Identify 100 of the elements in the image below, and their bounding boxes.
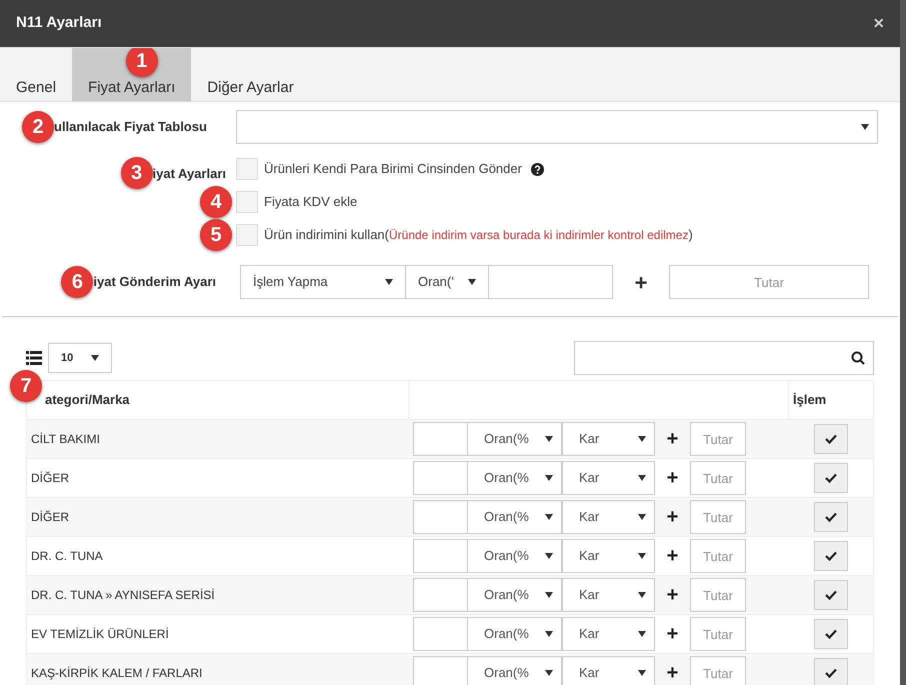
- rate-select[interactable]: Oran(%: [468, 539, 562, 573]
- rate-select[interactable]: Oran(%: [468, 656, 562, 685]
- rate-select[interactable]: Oran(%: [468, 617, 562, 651]
- caret-icon: [545, 514, 553, 520]
- tab[interactable]: Diğer Ayarlar: [191, 48, 310, 101]
- confirm-button[interactable]: [814, 541, 848, 571]
- amount-input[interactable]: Tutar: [690, 422, 746, 456]
- type-select[interactable]: Kar: [562, 422, 655, 456]
- check-icon: [825, 473, 837, 483]
- rate-select[interactable]: Oran(%: [468, 578, 562, 612]
- type-select[interactable]: Kar: [562, 461, 655, 495]
- checkbox[interactable]: [236, 191, 258, 213]
- confirm-button[interactable]: [814, 502, 848, 532]
- column-header: İşlem: [792, 391, 828, 410]
- list-icon[interactable]: [26, 351, 42, 365]
- caret-icon: [861, 124, 869, 130]
- type-select[interactable]: Kar: [562, 500, 655, 534]
- caret-icon: [638, 436, 646, 442]
- value-input[interactable]: [413, 656, 468, 685]
- page-size-select[interactable]: 10: [48, 343, 112, 373]
- check-icon: [825, 512, 837, 522]
- value-input[interactable]: [413, 422, 468, 456]
- confirm-button[interactable]: [814, 463, 848, 493]
- checkbox[interactable]: [236, 158, 258, 180]
- close-button[interactable]: ×: [873, 10, 884, 37]
- check-icon: [825, 629, 837, 639]
- plus-sign: +: [666, 661, 680, 685]
- confirm-button[interactable]: [814, 619, 848, 649]
- type-select[interactable]: Kar: [562, 656, 655, 685]
- amount-input[interactable]: Tutar: [690, 500, 746, 534]
- annotation-badge: 3: [120, 157, 153, 189]
- check-icon: [825, 551, 837, 561]
- checkbox-label: Ürünleri Kendi Para Birimi Cinsinden Gönder: [264, 160, 522, 178]
- table-cell-text: KAŞ-KİRPİK KALEM / FARLARI: [30, 665, 204, 682]
- type-select[interactable]: Kar: [562, 617, 655, 651]
- confirm-button[interactable]: [814, 658, 848, 685]
- caret-icon: [545, 592, 553, 598]
- table-cell-text: DİĞER: [30, 509, 70, 526]
- table-cell-text: EV TEMİZLİK ÜRÜNLERİ: [30, 626, 170, 643]
- rate-select[interactable]: Oran(%: [468, 422, 562, 456]
- checkbox-label: Fiyata KDV ekle: [264, 193, 358, 212]
- rate-select[interactable]: Oran(ʻ: [406, 265, 489, 299]
- value-input[interactable]: [489, 265, 613, 299]
- caret-icon: [638, 475, 646, 481]
- type-select[interactable]: Kar: [562, 578, 655, 612]
- caret-icon: [545, 553, 553, 559]
- caret-icon: [545, 475, 553, 481]
- confirm-button[interactable]: [814, 424, 848, 454]
- search-icon: [851, 351, 865, 365]
- type-select[interactable]: Kar: [562, 539, 655, 573]
- caret-icon: [545, 436, 553, 442]
- caret-icon: [638, 631, 646, 637]
- plus-sign: +: [666, 622, 680, 647]
- amount-input[interactable]: Tutar: [669, 265, 869, 299]
- value-input[interactable]: [413, 539, 468, 573]
- check-icon: [825, 590, 837, 600]
- amount-input[interactable]: Tutar: [690, 656, 746, 685]
- amount-input[interactable]: Tutar: [690, 461, 746, 495]
- tab[interactable]: Genel: [0, 48, 72, 101]
- caret-icon: [638, 514, 646, 520]
- window-title: N11 Ayarları: [16, 13, 102, 34]
- caret-icon: [638, 670, 646, 676]
- annotation-badge: 4: [200, 186, 232, 218]
- plus-sign: +: [666, 583, 680, 608]
- table-cell-text: DR. C. TUNA: [30, 548, 104, 565]
- annotation-badge: 1: [126, 48, 158, 76]
- checkbox-label: Ürün indirimini kullan(Üründe indirim varsa burada ki indirimler kontrol edilmez): [264, 226, 693, 244]
- caret-icon: [385, 279, 393, 285]
- annotation-badge: 5: [200, 219, 232, 251]
- search-field[interactable]: [574, 341, 874, 375]
- amount-input[interactable]: Tutar: [690, 539, 746, 573]
- value-input[interactable]: [413, 617, 468, 651]
- plus-sign: +: [666, 427, 680, 452]
- value-input[interactable]: [413, 461, 468, 495]
- rate-select[interactable]: Oran(%: [468, 461, 562, 495]
- value-input[interactable]: [413, 500, 468, 534]
- field-label: ullanılacak Fiyat Tablosu: [54, 118, 207, 136]
- annotation-badge: 2: [22, 111, 54, 143]
- caret-icon: [638, 592, 646, 598]
- rate-select[interactable]: Oran(%: [468, 500, 562, 534]
- amount-input[interactable]: Tutar: [690, 578, 746, 612]
- table-cell-text: DİĞER: [30, 470, 70, 487]
- plus-sign: +: [666, 505, 680, 530]
- plus-sign: +: [634, 268, 648, 296]
- plus-sign: +: [666, 466, 680, 491]
- price-table-select[interactable]: [236, 110, 878, 144]
- confirm-button[interactable]: [814, 580, 848, 610]
- field-label: iyat Ayarları: [152, 165, 226, 183]
- caret-icon: [91, 355, 99, 361]
- value-input[interactable]: [413, 578, 468, 612]
- plus-sign: +: [666, 544, 680, 569]
- check-icon: [825, 668, 837, 678]
- caret-icon: [545, 670, 553, 676]
- field-label: iyat Gönderim Ayarı: [93, 273, 216, 292]
- amount-input[interactable]: Tutar: [690, 617, 746, 651]
- tab[interactable]: 1 Fiyat Ayarları: [72, 48, 192, 101]
- table-cell-text: CİLT BAKIMI: [30, 431, 101, 448]
- caret-icon: [468, 279, 476, 285]
- checkbox[interactable]: [236, 224, 258, 246]
- action-select[interactable]: İşlem Yapma: [240, 265, 406, 299]
